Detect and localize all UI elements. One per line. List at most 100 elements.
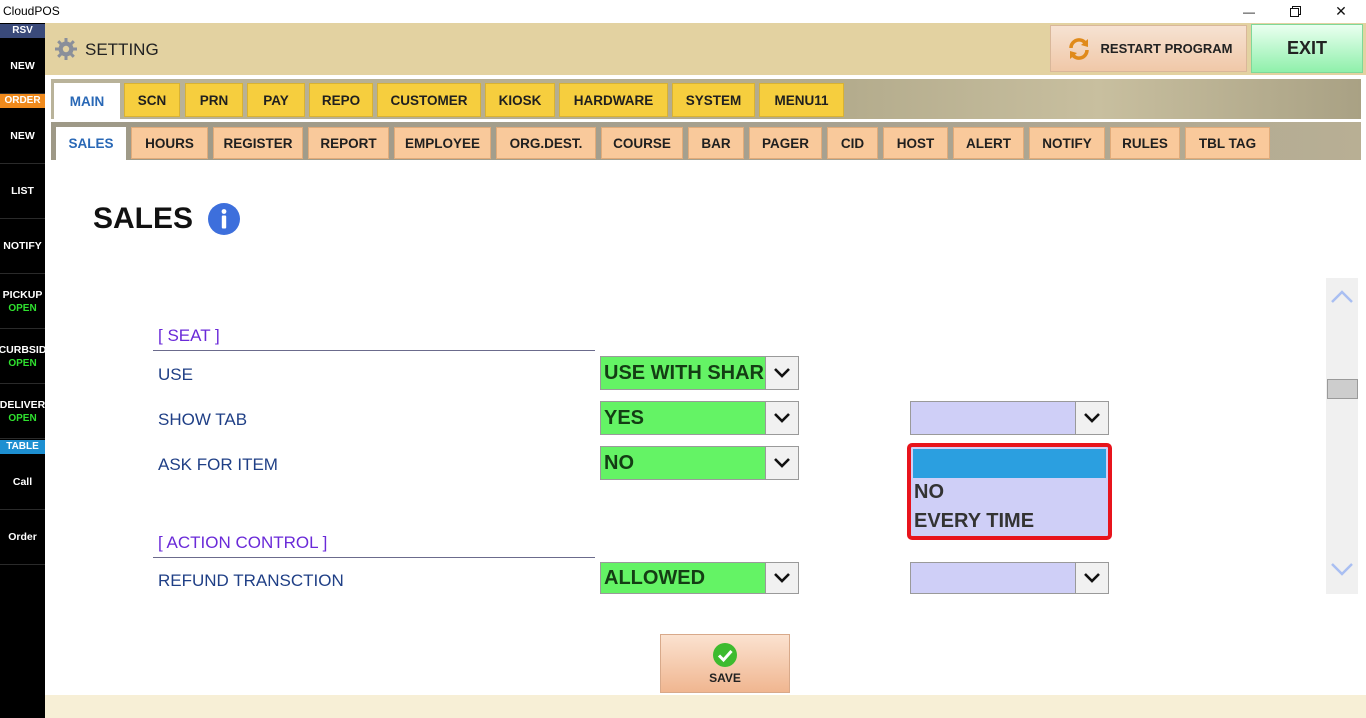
tab-kiosk[interactable]: KIOSK <box>485 83 555 117</box>
sidebar-heading-order: ORDER <box>0 94 45 108</box>
ask-for-item-select[interactable]: NO <box>600 446 799 480</box>
dropdown-option-every-time[interactable]: EVERY TIME <box>913 507 1106 536</box>
tab-alert[interactable]: ALERT <box>953 127 1024 159</box>
refund-transaction-label: REFUND TRANSCTION <box>158 571 344 590</box>
tab-scn[interactable]: SCN <box>124 83 180 117</box>
vertical-scrollbar[interactable] <box>1326 278 1358 594</box>
minimize-button[interactable]: — <box>1226 0 1272 23</box>
sidebar-item-label: Order <box>8 531 37 543</box>
sub-tab-bar: SALES HOURS REGISTER REPORT EMPLOYEE ORG… <box>51 122 1361 160</box>
tab-repo[interactable]: REPO <box>309 83 373 117</box>
tab-pager[interactable]: PAGER <box>749 127 822 159</box>
refund-option-select[interactable] <box>910 562 1109 594</box>
section-divider <box>153 557 595 558</box>
tab-tbl-tag[interactable]: TBL TAG <box>1185 127 1270 159</box>
scrollbar-thumb[interactable] <box>1327 379 1358 399</box>
tab-customer[interactable]: CUSTOMER <box>377 83 481 117</box>
tab-pay[interactable]: PAY <box>247 83 305 117</box>
ask-for-item-label: ASK FOR ITEM <box>158 455 278 474</box>
sidebar-item-label: CURBSID <box>0 343 45 356</box>
show-tab-select-value: YES <box>604 406 645 429</box>
save-label: SAVE <box>709 671 741 685</box>
restart-program-label: RESTART PROGRAM <box>1100 41 1233 56</box>
restore-button[interactable] <box>1272 0 1318 23</box>
tab-bar[interactable]: BAR <box>688 127 744 159</box>
ask-for-item-select-value: NO <box>604 451 634 474</box>
dropdown-list: NO EVERY TIME <box>907 443 1112 540</box>
sidebar-item-delivery[interactable]: DELIVER OPEN <box>0 384 45 439</box>
section-divider <box>153 350 595 351</box>
use-select[interactable]: USE WITH SHAR <box>600 356 799 390</box>
sidebar-item-order[interactable]: Order <box>0 510 45 565</box>
tab-host[interactable]: HOST <box>883 127 948 159</box>
page-header-title: SETTING <box>85 40 159 59</box>
status-badge: OPEN <box>8 357 37 369</box>
chevron-down-icon <box>1075 402 1108 434</box>
chevron-up-icon[interactable] <box>1330 288 1354 304</box>
tab-hardware[interactable]: HARDWARE <box>559 83 668 117</box>
app-window: CloudPOS — ✕ RSV NEW ORDER NEW LIST NOTI… <box>0 0 1366 718</box>
tab-notify[interactable]: NOTIFY <box>1029 127 1105 159</box>
tab-course[interactable]: COURSE <box>601 127 683 159</box>
dropdown-option-no[interactable]: NO <box>913 478 1106 507</box>
chevron-down-icon <box>1075 563 1108 593</box>
sidebar-item-label: LIST <box>11 185 34 197</box>
tab-main[interactable]: MAIN <box>54 83 120 119</box>
restart-program-button[interactable]: RESTART PROGRAM <box>1050 25 1247 72</box>
tab-sales[interactable]: SALES <box>56 127 126 160</box>
tab-register[interactable]: REGISTER <box>213 127 303 159</box>
refund-option-value <box>911 563 1075 593</box>
page-title: SALES <box>93 202 194 235</box>
dropdown-option-blank[interactable] <box>913 449 1106 478</box>
use-label: USE <box>158 365 193 384</box>
sidebar-item-list[interactable]: LIST <box>0 164 45 219</box>
status-badge: OPEN <box>8 302 37 314</box>
tab-report[interactable]: REPORT <box>308 127 389 159</box>
header-bar: SETTING RESTART PROGRAM EXIT <box>45 23 1366 75</box>
exit-button[interactable]: EXIT <box>1251 24 1363 73</box>
show-tab-option-select[interactable] <box>910 401 1109 435</box>
sidebar-item-label: PICKUP <box>2 288 43 301</box>
gear-icon <box>55 38 77 60</box>
sidebar-item-label: Call <box>12 476 33 488</box>
sidebar-heading-table: TABLE <box>0 440 45 454</box>
footer-band <box>45 695 1366 718</box>
sidebar-heading-rsv: RSV <box>0 24 45 38</box>
tab-hours[interactable]: HOURS <box>131 127 208 159</box>
chevron-down-icon[interactable] <box>1330 562 1354 578</box>
minimize-icon: — <box>1243 4 1255 19</box>
status-badge: OPEN <box>8 412 37 424</box>
sidebar-item-order-new[interactable]: NEW <box>0 109 45 164</box>
chevron-down-icon <box>765 447 798 479</box>
refresh-icon <box>1068 37 1089 60</box>
tab-cid[interactable]: CID <box>827 127 878 159</box>
show-tab-select[interactable]: YES <box>600 401 799 435</box>
tab-system[interactable]: SYSTEM <box>672 83 755 117</box>
sidebar-item-rsv-new[interactable]: NEW <box>0 39 45 94</box>
sidebar-item-label: NEW <box>10 60 35 72</box>
tab-employee[interactable]: EMPLOYEE <box>394 127 491 159</box>
sidebar-item-call[interactable]: Call <box>0 455 45 510</box>
chevron-down-icon <box>765 402 798 434</box>
refund-transaction-select[interactable]: ALLOWED <box>600 562 799 594</box>
save-button[interactable]: SAVE <box>660 634 790 693</box>
close-button[interactable]: ✕ <box>1318 0 1364 23</box>
exit-label: EXIT <box>1286 38 1327 58</box>
chevron-down-icon <box>765 357 798 389</box>
tab-menu11[interactable]: MENU11 <box>759 83 844 117</box>
use-select-value: USE WITH SHAR <box>604 361 764 384</box>
sidebar-item-pickup[interactable]: PICKUP OPEN <box>0 274 45 329</box>
info-icon[interactable] <box>208 203 240 235</box>
show-tab-option-value <box>911 402 1075 434</box>
restore-icon <box>1289 6 1301 17</box>
main-tab-bar: MAIN SCN PRN PAY REPO CUSTOMER KIOSK HAR… <box>51 79 1361 119</box>
sidebar-item-curbside[interactable]: CURBSID OPEN <box>0 329 45 384</box>
sidebar-item-notify[interactable]: NOTIFY <box>0 219 45 274</box>
tab-rules[interactable]: RULES <box>1110 127 1180 159</box>
tab-prn[interactable]: PRN <box>185 83 243 117</box>
chevron-down-icon <box>765 563 798 593</box>
close-icon: ✕ <box>1335 3 1347 19</box>
tab-org-dest[interactable]: ORG.DEST. <box>496 127 596 159</box>
sidebar-item-label: NEW <box>10 130 35 142</box>
sidebar-item-label: DELIVER <box>0 398 45 411</box>
